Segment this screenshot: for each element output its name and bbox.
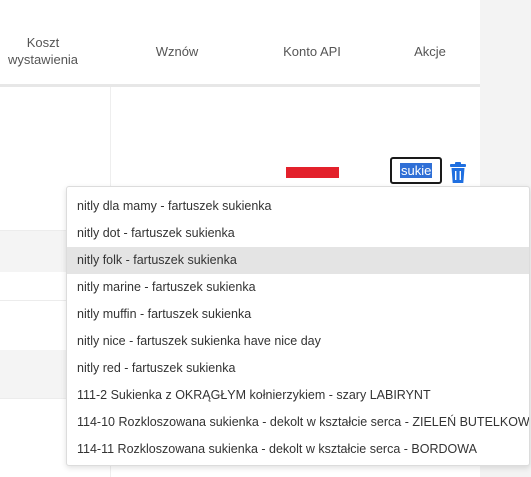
header-cost: Koszt wystawienia (0, 34, 86, 68)
dropdown-option-highlighted[interactable]: nitly folk - fartuszek sukienka (67, 247, 529, 274)
dropdown-option[interactable]: nitly dot - fartuszek sukienka (67, 220, 529, 247)
api-account-status-bar (286, 167, 339, 178)
dropdown-option[interactable]: 114-11 Rozkloszowana sukienka - dekolt w… (67, 436, 529, 463)
header-api-account: Konto API (283, 44, 341, 59)
trash-icon[interactable] (448, 162, 468, 184)
dropdown-option[interactable]: nitly red - fartuszek sukienka (67, 355, 529, 382)
search-input-selected-text: sukie (400, 163, 433, 178)
table-row (0, 230, 66, 272)
table-row (0, 350, 66, 398)
product-search-input[interactable]: sukie (390, 157, 442, 184)
header-cost-line1: Koszt (26, 35, 60, 50)
header-cost-line2: wystawienia (7, 52, 79, 67)
dropdown-option[interactable]: nitly marine - fartuszek sukienka (67, 274, 529, 301)
header-divider (0, 84, 480, 87)
dropdown-option[interactable]: 111-2 Sukienka z OKRĄGŁYM kołnierzykiem … (67, 382, 529, 409)
dropdown-option[interactable]: 114-10 Rozkloszowana sukienka - dekolt w… (67, 409, 529, 436)
table-header: Koszt wystawienia Wznów Konto API Akcje (0, 0, 480, 87)
header-actions: Akcje (414, 44, 446, 59)
header-renewals: Wznów (155, 44, 199, 59)
product-suggestions-dropdown: nitly dla mamy - fartuszek sukienka nitl… (66, 186, 530, 466)
dropdown-option[interactable]: nitly nice - fartuszek sukienka have nic… (67, 328, 529, 355)
dropdown-option[interactable]: nitly muffin - fartuszek sukienka (67, 301, 529, 328)
dropdown-option[interactable]: nitly dla mamy - fartuszek sukienka (67, 193, 529, 220)
